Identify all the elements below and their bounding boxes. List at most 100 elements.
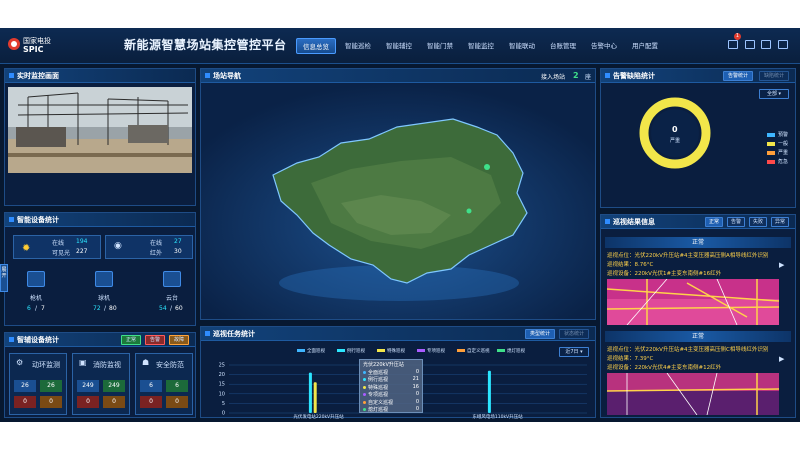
device-total: 60	[175, 305, 183, 312]
device-online: 72	[93, 305, 101, 312]
result-device: 巡视设备：220kV光伏4#主变东南侧#12红外	[607, 365, 722, 371]
side-expand-tab[interactable]: 展开	[0, 264, 8, 292]
infrared-camera-card: ◉ 在线 27 红外 30	[105, 235, 193, 259]
cam2-online-label: 在线	[150, 240, 163, 247]
alarm-filter-select[interactable]: 全部 ▾	[759, 89, 789, 99]
tooltip-label: 熄灯巡视	[368, 407, 389, 413]
nav-tab-access[interactable]: 智能门禁	[421, 38, 459, 54]
tab-type-stats[interactable]: 类型统计	[525, 329, 555, 339]
cam1-total-value: 227	[76, 248, 88, 255]
cam1-total-label: 可见光	[52, 250, 71, 257]
result-card[interactable]: 正常 巡视点位：光伏220kV升压站#4主变压器高压侧C相导线红外识别 巡视结果…	[605, 331, 791, 417]
tooltip-row: 自定义巡视 0	[363, 399, 421, 406]
device-name: 云台	[166, 295, 179, 302]
tooltip-row: 全面巡视 0	[363, 369, 421, 376]
tooltip-dot	[363, 400, 366, 404]
filter-failed[interactable]: 失败	[749, 217, 767, 227]
tooltip-dot	[363, 393, 366, 397]
tab-status-stats[interactable]: 状态统计	[559, 329, 589, 339]
legend-label: 特殊巡视	[387, 347, 405, 354]
legend-swatch	[767, 133, 775, 137]
legend-fault: 故障	[169, 335, 189, 345]
legend-swatch	[767, 160, 775, 164]
aux-value: 26	[14, 380, 36, 392]
result-point: 巡视点位：光伏220kV升压站#4主变压器高压侧A相导线红外识别	[607, 253, 769, 259]
cam1-online-label: 在线	[52, 240, 65, 247]
x-tick-label: 光伏发电站220kV升压站	[293, 413, 344, 419]
y-tick-label: 10	[219, 391, 225, 397]
nav-tab-user-config[interactable]: 用户配置	[626, 38, 664, 54]
camera-icon[interactable]: ▶	[779, 355, 784, 363]
legend-label: 一般	[778, 141, 789, 147]
aux-value: 0	[14, 396, 36, 408]
bar	[487, 370, 491, 413]
aux-value: 0	[40, 396, 62, 408]
device-ptz-camera: 云台 54 / 60	[153, 271, 193, 321]
device-separator: /	[170, 305, 173, 312]
station-nav-panel: 场站导航 接入场站 2 座	[200, 68, 596, 320]
y-tick-label: 15	[219, 382, 225, 388]
legend-swatch	[767, 151, 775, 155]
nav-tab-monitor[interactable]: 智能监控	[462, 38, 500, 54]
tooltip-dot	[363, 385, 366, 389]
tab-alarm-stats[interactable]: 告警统计	[723, 71, 753, 81]
document-icon[interactable]	[745, 40, 755, 49]
connected-unit: 座	[585, 74, 592, 81]
fire-icon: ▣	[79, 358, 87, 367]
device-total: 7	[41, 305, 45, 312]
aux-value: 6	[140, 380, 162, 392]
tooltip-value: 0	[415, 398, 419, 405]
tab-defect-stats[interactable]: 缺陷统计	[759, 71, 789, 81]
y-tick-label: 25	[219, 363, 225, 369]
result-value: 巡视结果：7.39°C	[607, 356, 654, 362]
device-online: 6	[27, 305, 31, 312]
tooltip-label: 例行巡视	[368, 377, 389, 384]
tooltip-value: 16	[412, 383, 419, 390]
result-card[interactable]: 正常 巡视点位：光伏220kV升压站#4主变压器高压侧A相导线红外识别 巡视结果…	[605, 237, 791, 327]
tooltip-row: 熄灯巡视 0	[363, 406, 421, 413]
station-marker[interactable]	[466, 208, 472, 214]
app-screen: 国家电投 SPIC 新能源智慧场站集控管控平台 信息总览 智能巡检 智能辅控 智…	[0, 28, 800, 422]
province-map[interactable]	[201, 83, 595, 319]
legend-swatch	[457, 349, 465, 352]
nav-tab-ledger[interactable]: 台账管理	[544, 38, 582, 54]
live-video-feed[interactable]	[8, 87, 192, 173]
nav-tab-linkage[interactable]: 智能联动	[503, 38, 541, 54]
notification-icon[interactable]	[728, 40, 738, 49]
infrared-image[interactable]	[607, 279, 779, 325]
nav-tab-alarm-center[interactable]: 告警中心	[585, 38, 623, 54]
device-total: 80	[109, 305, 117, 312]
patrol-task-panel: 巡视任务统计 类型统计 状态统计 近7日 ▾ 全面巡视 例行巡视 特殊巡视 专项巡视自…	[200, 326, 596, 419]
infrared-image[interactable]	[607, 373, 779, 415]
bullet-camera-icon	[27, 271, 45, 287]
nav-tab-overview[interactable]: 信息总览	[296, 38, 336, 54]
camera-icon[interactable]: ▶	[779, 261, 784, 269]
home-icon[interactable]	[761, 40, 771, 49]
aux-value: 0	[140, 396, 162, 408]
filter-abnormal[interactable]: 异常	[771, 217, 789, 227]
aux-value: 6	[166, 380, 188, 392]
legend-normal: 正常	[121, 335, 141, 345]
tooltip-dot	[363, 378, 366, 382]
tooltip-row: 特殊巡视 16	[363, 384, 421, 391]
filter-alarm[interactable]: 告警	[727, 217, 745, 227]
brand-name-en: SPIC	[23, 45, 44, 54]
dome-camera-icon	[95, 271, 113, 287]
ptz-camera-icon	[163, 271, 181, 287]
tooltip-row: 专项巡视 0	[363, 391, 421, 398]
tooltip-label: 自定义巡视	[368, 399, 394, 406]
aux-group-security: ☗ 安全防范 6 6 0 0	[135, 353, 193, 415]
aux-stats-panel: 智辅设备统计 正常 告警 故障 ⚙ 动环监测 26 26 0 0 ▣ 消防监视 …	[4, 332, 196, 418]
user-icon[interactable]	[778, 40, 788, 49]
tooltip-dot	[363, 408, 366, 411]
aux-value: 0	[103, 396, 125, 408]
app-title: 新能源智慧场站集控管控平台	[124, 38, 287, 52]
filter-normal[interactable]: 正常	[705, 217, 723, 227]
device-bullet-camera: 枪机 6 / 7	[17, 271, 57, 321]
nav-tab-inspection[interactable]: 智能巡检	[339, 38, 377, 54]
station-marker[interactable]	[484, 164, 490, 170]
result-point: 巡视点位：光伏220kV升压站#4主变压器高压侧C相导线红外识别	[607, 347, 769, 353]
y-tick-label: 5	[222, 401, 225, 407]
nav-tab-aux-control[interactable]: 智能辅控	[380, 38, 418, 54]
cam2-total-value: 30	[174, 248, 182, 255]
